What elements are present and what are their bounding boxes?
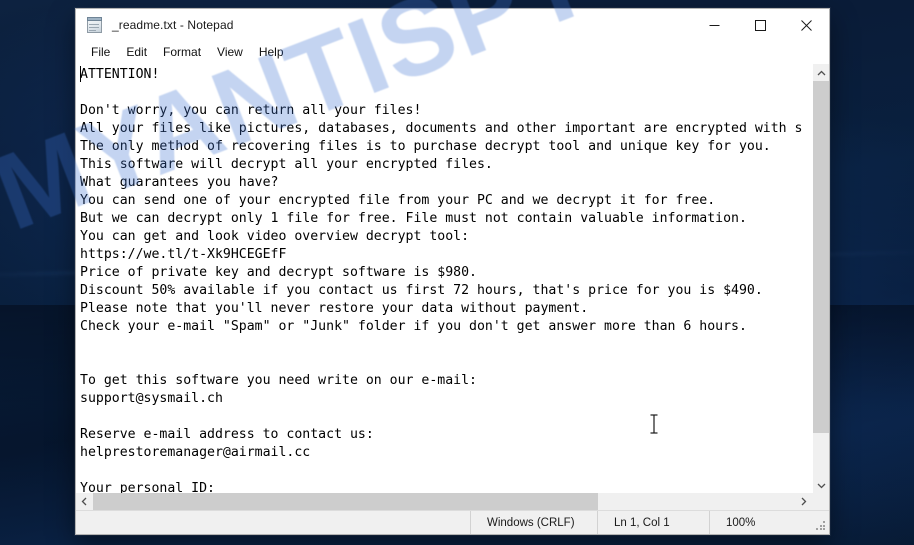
scroll-down-button[interactable]	[813, 476, 829, 493]
document-line: To get this software you need write on o…	[80, 373, 477, 388]
close-button[interactable]	[783, 10, 829, 41]
document-line: All your files like pictures, databases,…	[80, 121, 803, 136]
maximize-icon	[754, 19, 766, 31]
notepad-window: _readme.txt - Notepad File Edit Format V…	[75, 8, 830, 535]
document-line: Price of private key and decrypt softwar…	[80, 265, 477, 280]
chevron-up-icon	[817, 64, 826, 82]
menu-bar: File Edit Format View Help	[76, 41, 829, 63]
horizontal-scrollbar-row	[76, 493, 829, 510]
menu-item-view[interactable]: View	[209, 43, 251, 61]
document-line: Check your e-mail "Spam" or "Junk" folde…	[80, 319, 747, 334]
document-line: helprestoremanager@airmail.cc	[80, 445, 311, 460]
document-line: But we can decrypt only 1 file for free.…	[80, 211, 747, 226]
document-line: Reserve e-mail address to contact us:	[80, 427, 374, 442]
window-titlebar[interactable]: _readme.txt - Notepad	[76, 9, 829, 41]
document-text: ATTENTION! Don't worry, you can return al…	[80, 66, 812, 493]
vertical-scroll-track[interactable]	[813, 81, 829, 476]
resize-grip-icon[interactable]	[816, 521, 826, 531]
document-line: Your personal ID:	[80, 481, 215, 493]
document-line: The only method of recovering files is t…	[80, 139, 771, 154]
status-bar: Windows (CRLF) Ln 1, Col 1 100%	[76, 510, 829, 534]
scroll-right-button[interactable]	[795, 493, 812, 510]
document-line: Discount 50% available if you contact us…	[80, 283, 763, 298]
horizontal-scroll-track[interactable]	[93, 493, 795, 510]
menu-item-format[interactable]: Format	[155, 43, 209, 61]
scroll-left-button[interactable]	[76, 493, 93, 510]
scroll-up-button[interactable]	[813, 64, 829, 81]
document-line: https://we.tl/t-Xk9HCEGEfF	[80, 247, 287, 262]
document-line: You can send one of your encrypted file …	[80, 193, 716, 208]
status-bar-filler	[76, 511, 470, 534]
menu-item-file[interactable]: File	[83, 43, 118, 61]
document-line: Please note that you'll never restore yo…	[80, 301, 589, 316]
vertical-scrollbar[interactable]	[812, 64, 829, 493]
close-icon	[800, 19, 812, 31]
status-zoom-level: 100%	[709, 511, 829, 534]
window-title: _readme.txt - Notepad	[112, 18, 234, 32]
notepad-icon	[86, 16, 104, 34]
vertical-scroll-thumb[interactable]	[813, 81, 829, 433]
chevron-down-icon	[817, 476, 826, 494]
document-line: This software will decrypt all your encr…	[80, 157, 493, 172]
text-editor[interactable]: ATTENTION! Don't worry, you can return al…	[76, 64, 812, 493]
minimize-icon	[709, 20, 720, 31]
editor-region: ATTENTION! Don't worry, you can return al…	[76, 63, 829, 493]
menu-item-help[interactable]: Help	[251, 43, 292, 61]
document-line: You can get and look video overview decr…	[80, 229, 470, 244]
document-line: ATTENTION!	[80, 67, 160, 82]
menu-item-edit[interactable]: Edit	[118, 43, 155, 61]
horizontal-scrollbar[interactable]	[76, 493, 812, 510]
minimize-button[interactable]	[691, 10, 737, 41]
document-line: What guarantees you have?	[80, 175, 279, 190]
status-cursor-position: Ln 1, Col 1	[597, 511, 709, 534]
status-line-ending: Windows (CRLF)	[470, 511, 597, 534]
maximize-button[interactable]	[737, 10, 783, 41]
horizontal-scroll-thumb[interactable]	[93, 493, 599, 510]
scrollbar-corner	[812, 493, 829, 510]
chevron-left-icon	[81, 493, 88, 511]
chevron-right-icon	[800, 493, 807, 511]
document-line: Don't worry, you can return all your fil…	[80, 103, 422, 118]
document-line: support@sysmail.ch	[80, 391, 223, 406]
